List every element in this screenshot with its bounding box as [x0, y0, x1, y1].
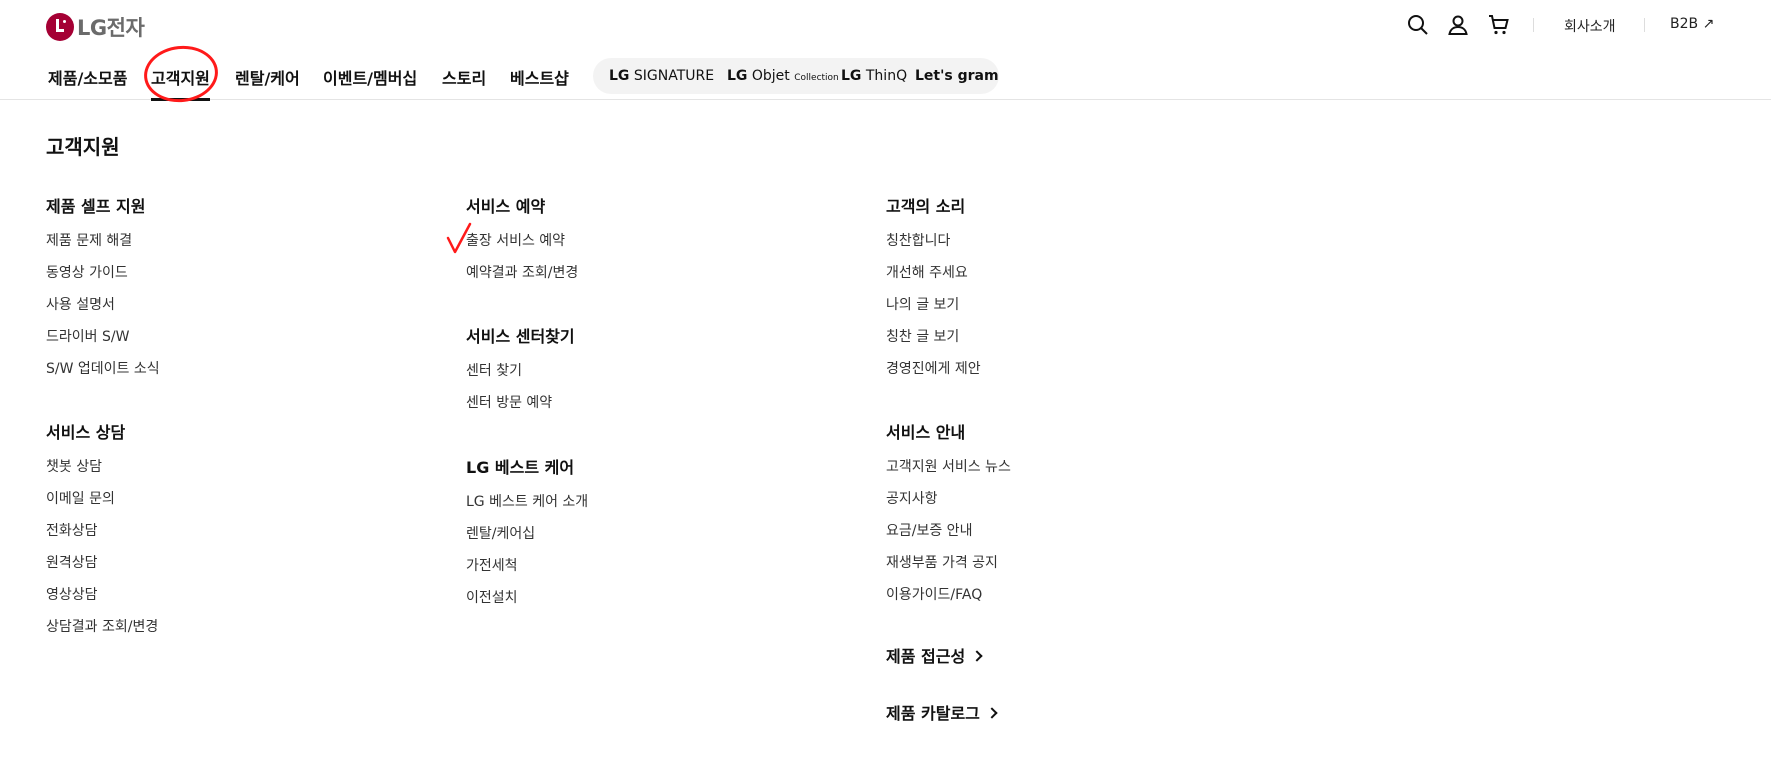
- menu-group-title: 서비스 안내: [886, 423, 966, 442]
- brand-lets-gram[interactable]: Let's gram: [915, 68, 999, 84]
- menu-group: LG 베스트 케어 LG 베스트 케어 소개 렌탈/케어십 가전세척 이전설치: [466, 454, 866, 622]
- menu-link-list: 고객지원 서비스 뉴스 공지사항 요금/보증 안내 재생부품 가격 공지 이용가이드/F…: [886, 459, 1286, 619]
- utility-nav: 회사소개 B2B ↗: [0, 13, 1771, 37]
- menu-link[interactable]: 영상상담: [46, 587, 446, 619]
- menu-link[interactable]: 동영상 가이드: [46, 265, 446, 297]
- menu-group-title[interactable]: 제품 카탈로그: [886, 700, 1286, 723]
- user-icon[interactable]: [1446, 13, 1470, 37]
- nav-item-rental[interactable]: 렌탈/케어: [235, 65, 300, 89]
- menu-group-title: 서비스 상담: [46, 423, 126, 442]
- brand-lg-thinq[interactable]: LG ThinQ: [841, 68, 907, 84]
- menu-link[interactable]: 원격상담: [46, 555, 446, 587]
- menu-link[interactable]: 상담결과 조회/변경: [46, 619, 446, 651]
- util-divider: [1533, 18, 1534, 32]
- menu-link[interactable]: 챗봇 상담: [46, 459, 446, 491]
- menu-link[interactable]: 센터 찾기: [466, 363, 866, 395]
- util-divider: [1644, 18, 1645, 32]
- menu-link[interactable]: 개선해 주세요: [886, 265, 1286, 297]
- menu-link[interactable]: 제품 문제 해결: [46, 233, 446, 265]
- menu-link[interactable]: 센터 방문 예약: [466, 395, 866, 427]
- menu-link-list: 출장 서비스 예약 예약결과 조회/변경: [466, 233, 866, 297]
- menu-link[interactable]: 요금/보증 안내: [886, 523, 1286, 555]
- menu-link[interactable]: 드라이버 S/W: [46, 329, 446, 361]
- menu-link[interactable]: 고객지원 서비스 뉴스: [886, 459, 1286, 491]
- brand-lg-objet[interactable]: LG Objet Collection: [727, 68, 839, 84]
- menu-link[interactable]: 사용 설명서: [46, 297, 446, 329]
- nav-item-events[interactable]: 이벤트/멤버십: [323, 65, 417, 89]
- menu-link[interactable]: 경영진에게 제안: [886, 361, 1286, 393]
- company-link[interactable]: 회사소개: [1564, 16, 1616, 36]
- menu-link[interactable]: S/W 업데이트 소식: [46, 361, 446, 393]
- menu-group-title[interactable]: 제품 접근성: [886, 643, 1286, 666]
- menu-group: 서비스 상담챗봇 상담 이메일 문의 전화상담 원격상담 영상상담 상담결과 조회/변경: [46, 419, 446, 651]
- nav-item-story[interactable]: 스토리: [442, 65, 486, 89]
- menu-link[interactable]: 이용가이드/FAQ: [886, 587, 1286, 619]
- menu-link-list: 챗봇 상담 이메일 문의 전화상담 원격상담 영상상담 상담결과 조회/변경: [46, 459, 446, 651]
- menu-group: 서비스 예약출장 서비스 예약 예약결과 조회/변경: [466, 193, 866, 297]
- nav-item-products[interactable]: 제품/소모품: [48, 65, 127, 89]
- menu-link[interactable]: 예약결과 조회/변경: [466, 265, 866, 297]
- site-header: LG전자 회사소개 B2B ↗ 제품/소모품 고객지원 렌탈/케어 이벤트/멤버…: [0, 0, 1771, 101]
- brand-links: LG SIGNATURE LG Objet Collection LG Thin…: [593, 58, 999, 94]
- menu-link[interactable]: 출장 서비스 예약: [466, 233, 866, 265]
- menu-link[interactable]: 칭찬 글 보기: [886, 329, 1286, 361]
- menu-link-list: 제품 문제 해결 동영상 가이드 사용 설명서 드라이버 S/W S/W 업데이트 소식: [46, 233, 446, 393]
- menu-group-title: 고객의 소리: [886, 197, 966, 216]
- menu-group: 서비스 센터찾기센터 찾기 센터 방문 예약: [466, 323, 866, 427]
- menu-group: 제품 셀프 지원제품 문제 해결 동영상 가이드 사용 설명서 드라이버 S/W S/W…: [46, 193, 446, 393]
- menu-group: 고객의 소리칭찬합니다 개선해 주세요 나의 글 보기 칭찬 글 보기 경영진에게 제안: [886, 193, 1286, 393]
- menu-link[interactable]: 이전설치: [466, 590, 866, 622]
- menu-link-list: 칭찬합니다 개선해 주세요 나의 글 보기 칭찬 글 보기 경영진에게 제안: [886, 233, 1286, 393]
- cart-icon[interactable]: [1487, 13, 1511, 37]
- menu-link[interactable]: 전화상담: [46, 523, 446, 555]
- menu-link[interactable]: 칭찬합니다: [886, 233, 1286, 265]
- menu-link[interactable]: 가전세척: [466, 558, 866, 590]
- menu-group-title: 서비스 예약: [466, 197, 546, 216]
- menu-link[interactable]: 렌탈/케어십: [466, 526, 866, 558]
- menu-link-list: 센터 찾기 센터 방문 예약: [466, 363, 866, 427]
- menu-link[interactable]: 공지사항: [886, 491, 1286, 523]
- menu-group-title: 제품 셀프 지원: [46, 197, 146, 216]
- brand-lg-signature[interactable]: LG SIGNATURE: [609, 68, 714, 84]
- menu-link-list: LG 베스트 케어 소개 렌탈/케어십 가전세척 이전설치: [466, 494, 866, 622]
- search-icon[interactable]: [1406, 13, 1430, 37]
- menu-group: 제품 카탈로그: [886, 700, 1286, 723]
- menu-group-title: LG 베스트 케어: [466, 458, 575, 477]
- menu-title: 고객지원: [46, 135, 120, 159]
- nav-item-bestshop[interactable]: 베스트샵: [510, 65, 569, 89]
- menu-link[interactable]: 나의 글 보기: [886, 297, 1286, 329]
- menu-group: 서비스 안내고객지원 서비스 뉴스 공지사항 요금/보증 안내 재생부품 가격 공지 이…: [886, 419, 1286, 619]
- menu-group-title: 서비스 센터찾기: [466, 327, 575, 346]
- menu-link[interactable]: LG 베스트 케어 소개: [466, 494, 866, 526]
- menu-link[interactable]: 재생부품 가격 공지: [886, 555, 1286, 587]
- menu-link[interactable]: 이메일 문의: [46, 491, 446, 523]
- b2b-link[interactable]: B2B ↗: [1670, 16, 1714, 32]
- menu-group: 제품 접근성: [886, 643, 1286, 666]
